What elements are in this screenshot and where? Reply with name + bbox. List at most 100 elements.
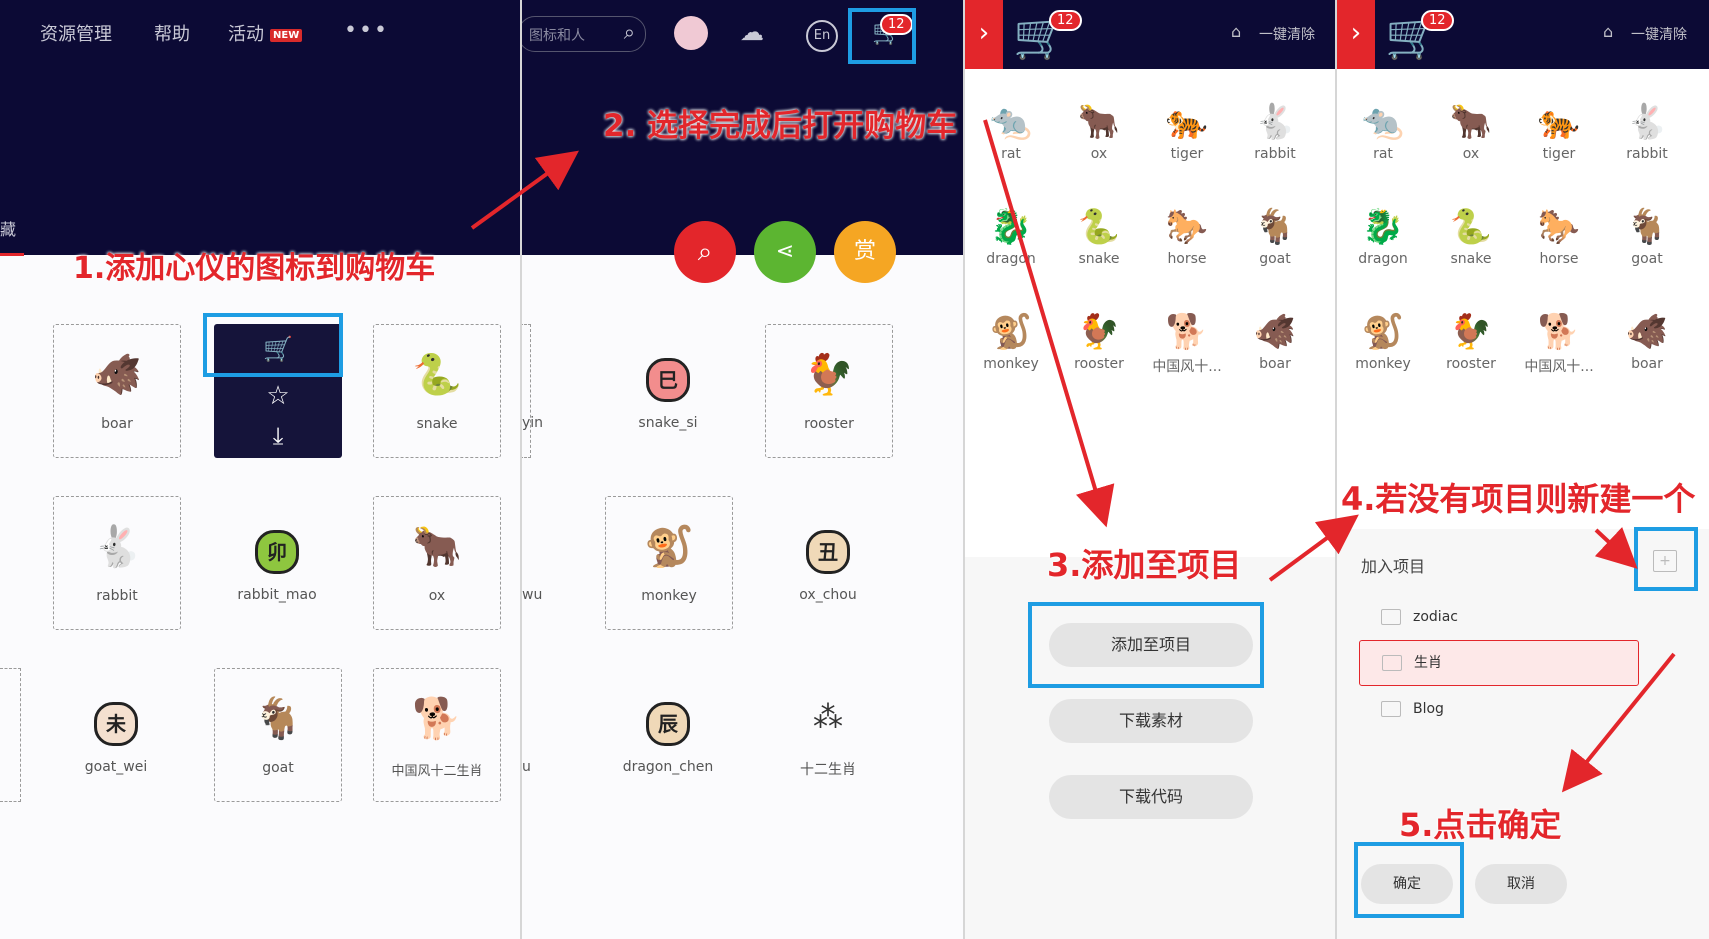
cart-item-label: snake: [1450, 251, 1492, 267]
cart-item-11[interactable]: 🐗 boar: [1603, 312, 1691, 372]
nav-resources[interactable]: 资源管理: [40, 20, 112, 46]
partial-card: [0, 668, 21, 802]
cart-item-11[interactable]: 🐗 boar: [1231, 312, 1319, 372]
icon-card-snake-si[interactable]: 巳 snake_si: [605, 324, 731, 456]
partial-card: [522, 324, 531, 458]
cart-item-icon: 🐎: [1165, 207, 1209, 247]
cart-item-icon: 🐍: [1077, 207, 1121, 247]
nav-activity-label: 活动: [228, 24, 264, 45]
cart-item-8[interactable]: 🐒 monkey: [967, 312, 1055, 372]
folder-icon: [1381, 609, 1401, 625]
icon-card-dog[interactable]: 🐕 中国风十二生肖: [373, 668, 501, 802]
broom-icon: ⌂: [1603, 22, 1614, 41]
nav-help[interactable]: 帮助: [154, 20, 190, 46]
icon-card-dragon-chen[interactable]: 辰 dragon_chen: [605, 668, 731, 800]
nav-activity[interactable]: 活动 NEW: [228, 20, 303, 46]
card-label: dragon_chen: [622, 759, 714, 775]
more-icon[interactable]: •••: [344, 18, 389, 43]
project-item-blog[interactable]: Blog: [1359, 687, 1637, 731]
icon-card-rabbit[interactable]: 🐇 rabbit: [53, 496, 181, 630]
rabbit-icon: 🐇: [92, 524, 142, 570]
card-label: 中国风十二生肖: [391, 764, 483, 779]
cart-item-4[interactable]: 🐉 dragon: [1339, 207, 1427, 267]
icon-card-goat[interactable]: 🐐 goat: [214, 668, 342, 802]
rabbit-mao-icon: 卯: [255, 530, 299, 574]
ox-icon: 🐂: [412, 524, 462, 570]
goat-wei-icon-wrap: 未: [53, 696, 179, 746]
project-item-zodiac[interactable]: zodiac: [1359, 595, 1637, 639]
icon-card-rabbit-mao[interactable]: 卯 rabbit_mao: [214, 496, 340, 628]
partial-label: yin: [522, 415, 544, 431]
search-icon[interactable]: ⌕: [624, 20, 635, 44]
icon-card-rooster[interactable]: 🐓 rooster: [765, 324, 893, 458]
new-badge: NEW: [270, 28, 303, 42]
snake-si-icon: 巳: [646, 358, 690, 402]
cart-item-10[interactable]: 🐕 中国风十...: [1143, 312, 1231, 376]
cart-item-3[interactable]: 🐇 rabbit: [1231, 102, 1319, 162]
reward-icon[interactable]: 赏: [834, 221, 896, 283]
cart-item-2[interactable]: 🐅 tiger: [1515, 102, 1603, 162]
cart-item-label: horse: [1539, 251, 1579, 267]
search-box[interactable]: 图标和人 ⌕: [522, 16, 646, 52]
cart-count-badge: 12: [1421, 10, 1454, 31]
card-label: monkey: [641, 588, 697, 604]
cart-item-5[interactable]: 🐍 snake: [1427, 207, 1515, 267]
collapse-arrow-icon[interactable]: ›: [1337, 0, 1375, 69]
cart-item-4[interactable]: 🐉 dragon: [967, 207, 1055, 267]
cart-item-label: tiger: [1170, 146, 1204, 162]
cart-item-5[interactable]: 🐍 snake: [1055, 207, 1143, 267]
icon-card-zodiac-set[interactable]: ⁂ 十二生肖: [765, 668, 891, 800]
collapse-arrow-icon[interactable]: ›: [965, 0, 1003, 69]
icon-card-ox-chou[interactable]: 丑 ox_chou: [765, 496, 891, 628]
share-icon[interactable]: ⋖: [754, 221, 816, 283]
cart-item-icon: 🐉: [1361, 207, 1405, 247]
icon-card-boar[interactable]: 🐗 boar: [53, 324, 181, 458]
icon-card-goat-wei[interactable]: 未 goat_wei: [53, 668, 179, 800]
cart-item-label: 中国风十...: [1152, 359, 1222, 375]
cart-item-3[interactable]: 🐇 rabbit: [1603, 102, 1691, 162]
clear-all-button[interactable]: 一键清除: [1631, 24, 1687, 44]
cart-item-icon: 🐐: [1253, 207, 1297, 247]
card-label: boar: [101, 416, 133, 432]
avatar[interactable]: [674, 16, 708, 50]
download-code-button[interactable]: 下载代码: [1049, 775, 1253, 819]
cart-item-1[interactable]: 🐂 ox: [1427, 102, 1515, 162]
cart-item-label: dragon: [986, 251, 1036, 267]
cart-item-0[interactable]: 🐀 rat: [1339, 102, 1427, 162]
card-label: 十二生肖: [800, 762, 856, 778]
download-assets-button[interactable]: 下载素材: [1049, 699, 1253, 743]
cart-item-9[interactable]: 🐓 rooster: [1427, 312, 1515, 372]
project-label: Blog: [1413, 701, 1444, 717]
language-toggle[interactable]: En: [806, 20, 838, 52]
star-icon[interactable]: ☆: [214, 376, 342, 416]
cart-item-2[interactable]: 🐅 tiger: [1143, 102, 1231, 162]
card-label: snake: [416, 416, 458, 432]
cart-item-6[interactable]: 🐎 horse: [1143, 207, 1231, 267]
icon-card-monkey[interactable]: 🐒 monkey: [605, 496, 733, 630]
cancel-button[interactable]: 取消: [1475, 864, 1567, 904]
cart-item-1[interactable]: 🐂 ox: [1055, 102, 1143, 162]
cart-item-icon: 🐂: [1077, 102, 1121, 142]
annotation-step4: 4.若没有项目则新建一个: [1341, 480, 1696, 518]
cart-item-7[interactable]: 🐐 goat: [1231, 207, 1319, 267]
cart-item-6[interactable]: 🐎 horse: [1515, 207, 1603, 267]
icon-card-ox[interactable]: 🐂 ox: [373, 496, 501, 630]
ox-chou-icon-wrap: 丑: [765, 524, 891, 574]
project-item-selected[interactable]: 生肖: [1359, 640, 1639, 686]
search-input[interactable]: 图标和人: [529, 25, 585, 45]
ox-chou-icon: 丑: [806, 530, 850, 574]
cart-item-8[interactable]: 🐒 monkey: [1339, 312, 1427, 372]
cart-item-7[interactable]: 🐐 goat: [1603, 207, 1691, 267]
upload-cloud-icon[interactable]: ☁: [740, 18, 764, 46]
cart-item-9[interactable]: 🐓 rooster: [1055, 312, 1143, 372]
cart-item-10[interactable]: 🐕 中国风十...: [1515, 312, 1603, 376]
boar-icon: 🐗: [92, 352, 142, 398]
cart-item-label: snake: [1078, 251, 1120, 267]
clear-all-button[interactable]: 一键清除: [1259, 24, 1315, 44]
search-icon[interactable]: ⌕: [674, 221, 736, 283]
cart-item-label: rabbit: [1254, 146, 1296, 162]
cart-item-0[interactable]: 🐀 rat: [967, 102, 1055, 162]
download-icon[interactable]: ⤓: [214, 416, 342, 456]
cart-item-label: horse: [1167, 251, 1207, 267]
icon-card-snake[interactable]: 🐍 snake: [373, 324, 501, 458]
